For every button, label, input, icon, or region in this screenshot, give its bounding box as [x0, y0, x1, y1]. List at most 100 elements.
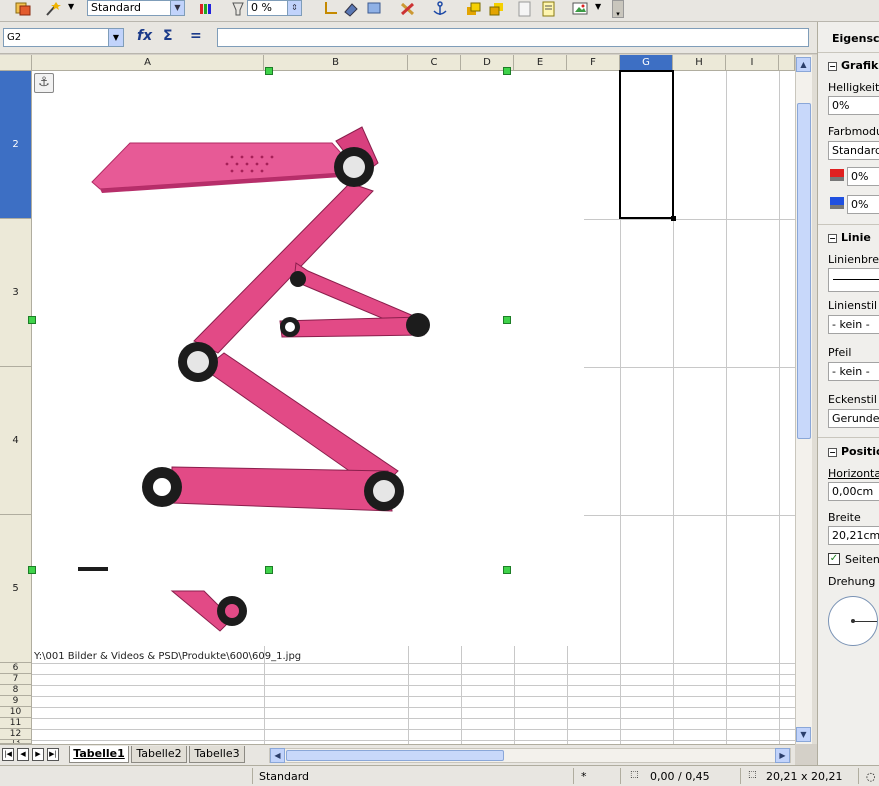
chevron-down-icon[interactable]: ▼: [108, 29, 123, 46]
tab-tabelle3[interactable]: Tabelle3: [189, 746, 245, 763]
row-header-10[interactable]: 10: [0, 707, 32, 718]
collapse-icon[interactable]: −: [828, 61, 837, 71]
tab-tabelle2[interactable]: Tabelle2: [131, 746, 187, 763]
eckenstil-select[interactable]: Gerundet: [828, 409, 879, 428]
color-palette-icon[interactable]: [198, 1, 216, 17]
name-box[interactable]: G2 ▼: [3, 28, 124, 47]
transparency-percent-combo[interactable]: 0 % ⇕: [247, 0, 302, 16]
horizontal-scrollbar[interactable]: ◀ ▶: [269, 748, 791, 763]
row-header-2[interactable]: 2: [0, 71, 32, 219]
scroll-right-icon[interactable]: ▶: [775, 748, 790, 763]
column-header-b[interactable]: B: [264, 55, 408, 71]
column-header-g[interactable]: G: [620, 55, 673, 71]
section-position[interactable]: −Position und Größe: [828, 445, 879, 458]
column-header-i[interactable]: I: [726, 55, 779, 71]
dropdown-arrow-icon[interactable]: ▼: [68, 2, 74, 11]
delete-icon[interactable]: [399, 1, 417, 17]
anchor-icon[interactable]: ⚓: [34, 73, 54, 93]
scroll-up-icon[interactable]: ▲: [796, 57, 811, 72]
style-combo[interactable]: Standard ▼: [87, 0, 185, 16]
rotation-dial[interactable]: [828, 596, 878, 646]
column-header-partial[interactable]: [779, 55, 795, 71]
eckenstil-label: Eckenstil: [828, 393, 877, 406]
row-header-7[interactable]: 7: [0, 674, 32, 685]
bring-to-front-icon[interactable]: [465, 1, 483, 17]
column-header-h[interactable]: H: [673, 55, 726, 71]
sum-icon[interactable]: Σ: [163, 28, 173, 44]
vertical-scrollbar[interactable]: ▲ ▼: [795, 55, 812, 744]
notes-icon[interactable]: [540, 1, 558, 17]
formatting-toolbar: ▼ Standard ▼ 0 % ⇕ ▼ ▾: [0, 0, 879, 22]
section-linie[interactable]: − Linie: [828, 231, 871, 244]
resize-handle-bottom-right[interactable]: [503, 566, 511, 574]
farbmodus-select[interactable]: Standard: [828, 141, 879, 160]
row-header-3[interactable]: 3: [0, 219, 32, 367]
page-icon[interactable]: [516, 1, 534, 17]
toolbar-overflow-button[interactable]: ▾: [612, 0, 624, 18]
frame-icon[interactable]: [366, 1, 384, 17]
eraser-icon[interactable]: [342, 1, 360, 17]
fill-handle[interactable]: [671, 216, 676, 221]
resize-handle-bottom-left[interactable]: [28, 566, 36, 574]
resize-handle-top-right[interactable]: [503, 67, 511, 75]
function-wizard-icon[interactable]: fx: [137, 28, 152, 44]
row-header-11[interactable]: 11: [0, 718, 32, 729]
red-channel-field[interactable]: 0%: [847, 167, 879, 186]
tab-tabelle1[interactable]: Tabelle1: [69, 746, 129, 763]
linienstil-select[interactable]: - kein -: [828, 315, 879, 334]
horizontal-scroll-thumb[interactable]: [286, 750, 504, 761]
helligkeit-label: Helligkeit: [828, 81, 879, 94]
zoom-icon[interactable]: ◌: [866, 770, 876, 783]
section-grafik[interactable]: − Grafik: [828, 59, 878, 72]
formula-input[interactable]: [217, 28, 809, 47]
row-header-12[interactable]: 12: [0, 729, 32, 740]
transparency-icon[interactable]: [229, 1, 247, 17]
inserted-product-image[interactable]: [32, 71, 584, 646]
send-to-back-icon[interactable]: [488, 1, 506, 17]
first-sheet-icon[interactable]: |◀: [2, 748, 14, 761]
column-header-a[interactable]: A: [32, 55, 264, 71]
scroll-down-icon[interactable]: ▼: [796, 727, 811, 742]
last-sheet-icon[interactable]: ▶|: [47, 748, 59, 761]
spin-arrows-icon[interactable]: ⇕: [287, 1, 301, 15]
horizontal-field[interactable]: 0,00cm: [828, 482, 879, 501]
scroll-left-icon[interactable]: ◀: [270, 748, 285, 763]
collapse-icon[interactable]: −: [828, 447, 837, 457]
anchor-icon[interactable]: [431, 1, 449, 17]
styles-icon[interactable]: [14, 1, 32, 17]
select-all-corner[interactable]: [0, 55, 32, 71]
resize-handle-left[interactable]: [28, 316, 36, 324]
linienbreite-button[interactable]: [828, 268, 879, 292]
resize-handle-bottom[interactable]: [265, 566, 273, 574]
previous-sheet-icon[interactable]: ◀: [17, 748, 29, 761]
crop-icon[interactable]: [320, 1, 338, 17]
pfeil-select[interactable]: - kein -: [828, 362, 879, 381]
magic-wand-icon[interactable]: [44, 1, 62, 17]
linienbreite-label: Linienbreite: [828, 253, 879, 266]
column-header-e[interactable]: E: [514, 55, 567, 71]
spreadsheet-grid[interactable]: A B C D E F G H I 2 3 4 5 6 7 8 9 10 11 …: [0, 55, 795, 744]
breite-field[interactable]: 20,21cm: [828, 526, 879, 545]
cell-cursor-g2[interactable]: [619, 70, 674, 219]
aspect-ratio-checkbox[interactable]: ✓: [828, 553, 840, 565]
chevron-down-icon[interactable]: ▼: [170, 1, 184, 15]
vertical-scroll-thumb[interactable]: [797, 103, 811, 439]
column-header-c[interactable]: C: [408, 55, 461, 71]
insert-image-icon[interactable]: [572, 1, 590, 17]
row-header-9[interactable]: 9: [0, 696, 32, 707]
row-header-5[interactable]: 5: [0, 515, 32, 663]
row-header-4[interactable]: 4: [0, 367, 32, 515]
resize-handle-top[interactable]: [265, 67, 273, 75]
collapse-icon[interactable]: −: [828, 233, 837, 243]
row-header-6[interactable]: 6: [0, 663, 32, 674]
blue-channel-field[interactable]: 0%: [847, 195, 879, 214]
page-style-status[interactable]: Standard: [259, 770, 309, 783]
helligkeit-field[interactable]: 0%: [828, 96, 879, 115]
function-icon[interactable]: =: [190, 28, 202, 44]
resize-handle-right[interactable]: [503, 316, 511, 324]
dropdown-arrow-icon[interactable]: ▼: [595, 2, 601, 11]
row-header-8[interactable]: 8: [0, 685, 32, 696]
gridline: [32, 685, 795, 686]
next-sheet-icon[interactable]: ▶: [32, 748, 44, 761]
column-header-f[interactable]: F: [567, 55, 620, 71]
